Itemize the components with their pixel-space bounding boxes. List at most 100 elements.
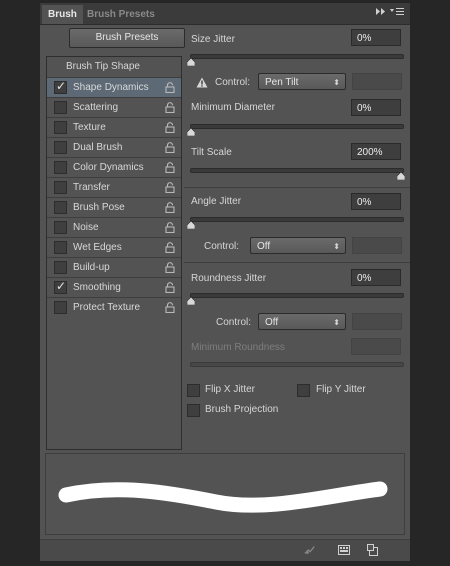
size-control-value: Pen Tilt: [265, 77, 299, 88]
brush-presets-button[interactable]: Brush Presets: [69, 28, 185, 48]
sidebar-item-label: Protect Texture: [73, 302, 141, 313]
panel-menu-icon[interactable]: [390, 7, 404, 16]
dual-brush-checkbox[interactable]: [54, 141, 67, 154]
transfer-checkbox[interactable]: [54, 181, 67, 194]
brush-panel: Brush Brush Presets Brush Presets Brush …: [40, 3, 410, 561]
tilt-scale-label: Tilt Scale: [191, 147, 232, 158]
check-mark-icon: ✓: [56, 279, 67, 293]
sidebar-item-scattering[interactable]: Scattering: [47, 98, 181, 118]
lock-icon[interactable]: [165, 222, 175, 233]
angle-jitter-slider[interactable]: [190, 217, 404, 222]
minimum-diameter-slider[interactable]: [190, 124, 404, 129]
lock-icon[interactable]: [165, 162, 175, 173]
roundness-jitter-label: Roundness Jitter: [191, 273, 267, 284]
minimum-roundness-slider[interactable]: [190, 362, 404, 367]
lock-icon[interactable]: [165, 182, 175, 193]
sidebar-item-build-up[interactable]: Build-up: [47, 258, 181, 278]
flip-x-jitter-checkbox[interactable]: [187, 384, 200, 397]
build-up-checkbox[interactable]: [54, 261, 67, 274]
sidebar-item-dual-brush[interactable]: Dual Brush: [47, 138, 181, 158]
toggle-live-tip-icon[interactable]: [304, 544, 316, 556]
double-arrow-icon[interactable]: [376, 7, 386, 16]
roundness-control-label: Control:: [216, 317, 252, 328]
roundness-control-dropdown[interactable]: Off ⬍: [258, 313, 346, 330]
sidebar-item-label: Wet Edges: [73, 242, 122, 253]
minimum-roundness-input[interactable]: [351, 338, 401, 355]
size-control-dropdown[interactable]: Pen Tilt ⬍: [258, 73, 346, 90]
flip-y-jitter-checkbox[interactable]: [297, 384, 310, 397]
tab-brush-presets[interactable]: Brush Presets: [81, 5, 161, 24]
sidebar-item-noise[interactable]: Noise: [47, 218, 181, 238]
angle-jitter-label: Angle Jitter: [191, 196, 242, 207]
smoothing-checkbox[interactable]: ✓: [54, 279, 67, 294]
wet-edges-checkbox[interactable]: [54, 241, 67, 254]
tilt-scale-slider[interactable]: [190, 168, 404, 173]
angle-jitter-slider-knob[interactable]: [187, 221, 195, 229]
brush-projection-checkbox[interactable]: [187, 404, 200, 417]
brush-projection-label: Brush Projection: [205, 404, 279, 415]
roundness-control-value: Off: [265, 317, 279, 328]
sidebar-item-label: Color Dynamics: [73, 162, 144, 173]
brush-grid-icon[interactable]: [338, 544, 350, 556]
sidebar-item-label: Shape Dynamics: [73, 82, 149, 93]
create-new-brush-icon[interactable]: [367, 544, 379, 556]
sidebar-item-label: Dual Brush: [73, 142, 123, 153]
brush-pose-checkbox[interactable]: [54, 201, 67, 214]
sidebar-item-shape-dynamics[interactable]: ✓ Shape Dynamics: [47, 78, 181, 98]
sidebar-item-brush-pose[interactable]: Brush Pose: [47, 198, 181, 218]
texture-checkbox[interactable]: [54, 121, 67, 134]
check-mark-icon: ✓: [56, 79, 67, 93]
sidebar-item-label: Transfer: [73, 182, 110, 193]
lock-icon[interactable]: [165, 202, 175, 213]
angle-control-dropdown[interactable]: Off ⬍: [250, 237, 346, 254]
brush-stroke-preview: [45, 453, 405, 535]
lock-icon[interactable]: [165, 282, 175, 293]
sidebar-item-wet-edges[interactable]: Wet Edges: [47, 238, 181, 258]
flip-x-jitter-label: Flip X Jitter: [205, 384, 256, 395]
sidebar-item-label: Texture: [73, 122, 106, 133]
shape-dynamics-checkbox[interactable]: ✓: [54, 79, 67, 94]
minimum-diameter-slider-knob[interactable]: [187, 128, 195, 136]
roundness-jitter-input[interactable]: 0%: [351, 269, 401, 286]
angle-jitter-input[interactable]: 0%: [351, 193, 401, 210]
lock-icon[interactable]: [165, 102, 175, 113]
lock-icon[interactable]: [165, 142, 175, 153]
minimum-diameter-label: Minimum Diameter: [191, 102, 275, 113]
sidebar-item-protect-texture[interactable]: Protect Texture: [47, 298, 181, 317]
angle-control-empty-field: [352, 237, 402, 254]
lock-icon[interactable]: [165, 82, 175, 93]
warning-icon: [196, 77, 208, 88]
panel-tab-bar: Brush Brush Presets: [40, 3, 410, 25]
sidebar-item-transfer[interactable]: Transfer: [47, 178, 181, 198]
size-control-empty-field: [352, 73, 402, 90]
lock-icon[interactable]: [165, 262, 175, 273]
size-jitter-input[interactable]: 0%: [351, 29, 401, 46]
lock-icon[interactable]: [165, 242, 175, 253]
dropdown-arrow-icon: ⬍: [333, 242, 340, 251]
sidebar-item-label: Brush Pose: [73, 202, 125, 213]
brush-settings-sidebar: Brush Tip Shape ✓ Shape Dynamics Scatter…: [46, 56, 182, 450]
tilt-scale-input[interactable]: 200%: [351, 143, 401, 160]
protect-texture-checkbox[interactable]: [54, 301, 67, 314]
panel-bottom-bar: [40, 539, 410, 561]
section-divider: [184, 262, 410, 263]
sidebar-item-color-dynamics[interactable]: Color Dynamics: [47, 158, 181, 178]
sidebar-item-smoothing[interactable]: ✓ Smoothing: [47, 278, 181, 298]
size-jitter-slider-knob[interactable]: [187, 58, 195, 66]
dropdown-arrow-icon: ⬍: [333, 318, 340, 327]
color-dynamics-checkbox[interactable]: [54, 161, 67, 174]
angle-control-value: Off: [257, 241, 271, 252]
size-jitter-slider[interactable]: [190, 54, 404, 59]
sidebar-item-texture[interactable]: Texture: [47, 118, 181, 138]
tilt-scale-slider-knob[interactable]: [397, 172, 405, 180]
scattering-checkbox[interactable]: [54, 101, 67, 114]
lock-icon[interactable]: [165, 302, 175, 313]
sidebar-item-brush-tip-shape[interactable]: Brush Tip Shape: [47, 57, 181, 78]
tab-brush[interactable]: Brush: [42, 5, 83, 24]
noise-checkbox[interactable]: [54, 221, 67, 234]
roundness-jitter-slider[interactable]: [190, 293, 404, 298]
lock-icon[interactable]: [165, 122, 175, 133]
roundness-jitter-slider-knob[interactable]: [187, 297, 195, 305]
flip-y-jitter-label: Flip Y Jitter: [316, 384, 366, 395]
minimum-diameter-input[interactable]: 0%: [351, 99, 401, 116]
